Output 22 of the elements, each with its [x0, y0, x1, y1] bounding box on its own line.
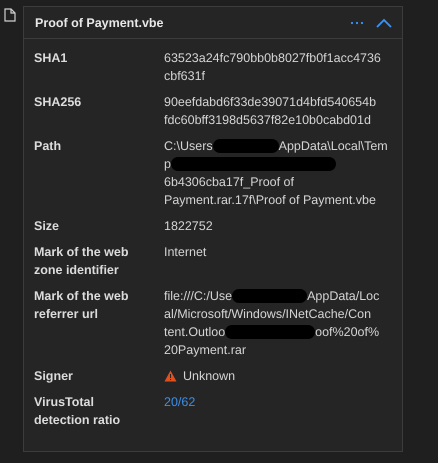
field-value: 90eefdabd6f33de39071d4bfd540654b fdc60bff3198d5637f82e10b0cabd01d: [164, 94, 378, 129]
field-label: Path: [34, 138, 62, 155]
file-icon: [4, 8, 16, 22]
collapse-button[interactable]: [376, 18, 392, 28]
card-title: Proof of Payment.vbe: [35, 16, 164, 30]
field-value: 63523a24fc790bb0b8027fb0f1acc4736 cbf631f: [164, 50, 382, 85]
more-options-button[interactable]: [350, 20, 364, 24]
field-label: Signer: [34, 368, 74, 385]
field-label: VirusTotal detection ratio: [34, 394, 122, 429]
field-value: 1822752: [164, 218, 214, 235]
field-label: Mark of the web zone identifier: [34, 244, 130, 279]
field-label: Mark of the web referrer url: [34, 288, 130, 323]
field-value: Unknown: [183, 368, 236, 385]
warning-icon: [164, 370, 177, 382]
field-value: Internet: [164, 244, 208, 261]
redaction-mark: [212, 139, 279, 153]
field-value: file:///C:/Use AppData/Loc al/Microsoft/Windows/INetCache/Con tent.Outloo oof%20of% 20Payment.rar: [164, 288, 380, 359]
field-value: C:\Users AppData\Local\Tem p 6b4306cba17f_Proof of Payment.rar.17f\Proof of Payment.vbe: [164, 138, 389, 209]
detection-ratio-link[interactable]: 20/62: [164, 393, 402, 429]
field-label: SHA1: [34, 50, 68, 67]
field-label: SHA256: [34, 94, 82, 111]
field-label: Size: [34, 218, 60, 235]
